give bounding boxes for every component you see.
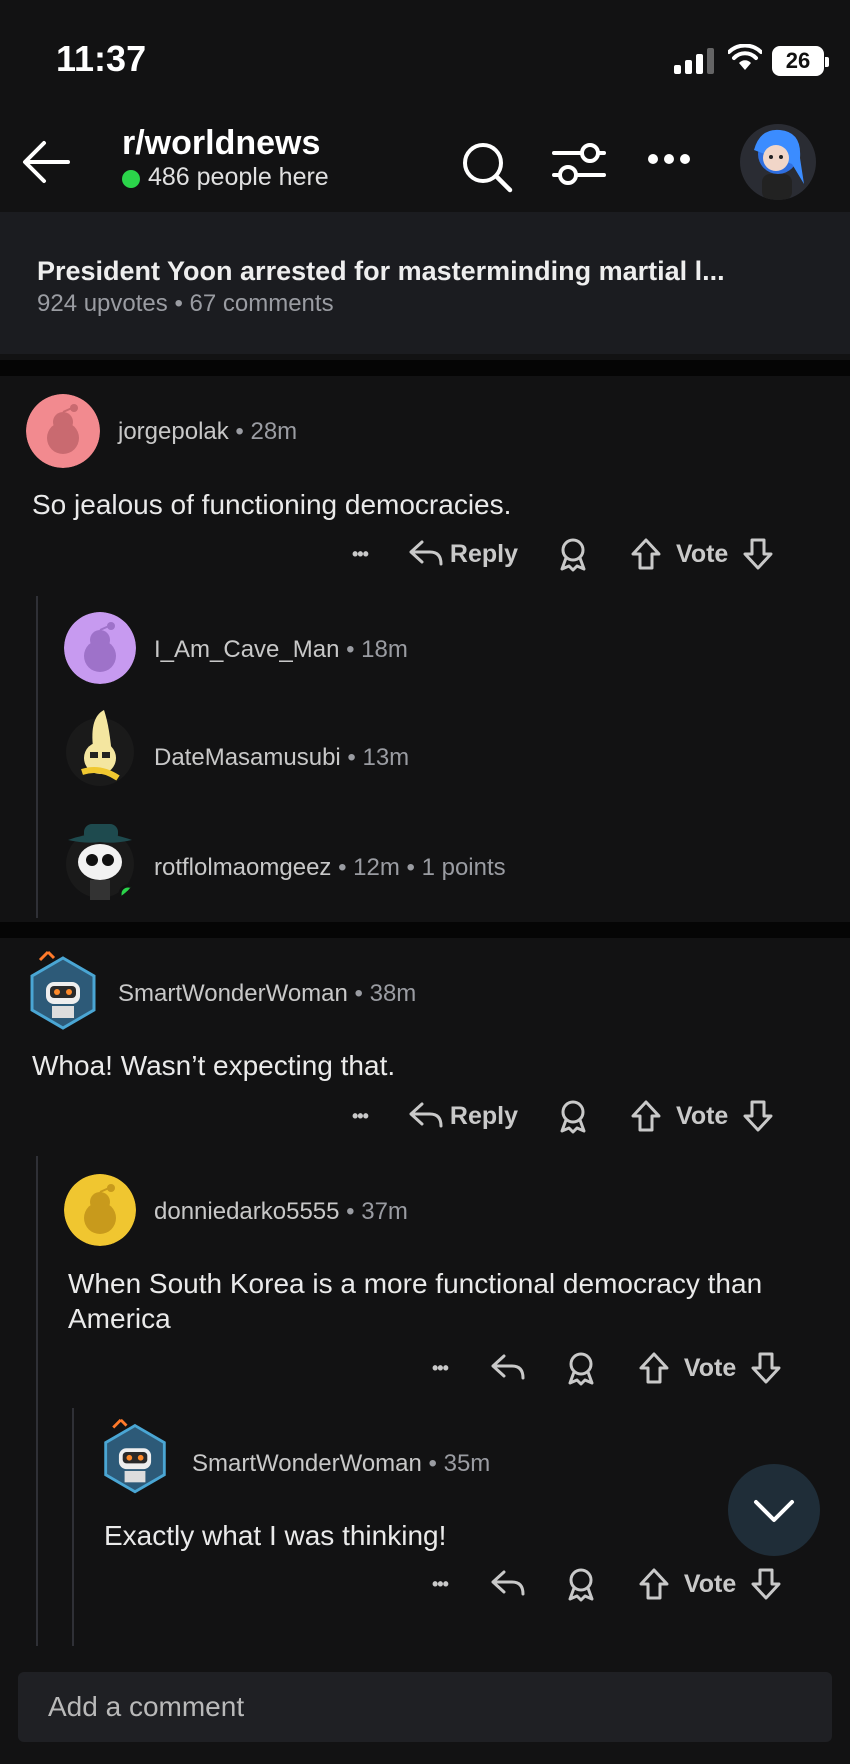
divider — [0, 922, 850, 938]
downvote-icon[interactable] — [742, 1099, 774, 1133]
comment-username-row[interactable]: rotflolmaomgeez • 12m • 1 points — [154, 854, 506, 882]
upvote-icon[interactable] — [638, 1351, 670, 1385]
user-avatar[interactable] — [740, 124, 816, 200]
award-icon[interactable] — [564, 1566, 598, 1602]
more-options-button[interactable]: ••• — [352, 1106, 369, 1127]
comment-username-row[interactable]: SmartWonderWoman • 38m — [118, 980, 416, 1008]
post-title[interactable]: President Yoon arrested for mastermindin… — [37, 256, 725, 287]
wifi-icon — [728, 44, 762, 70]
avatar[interactable] — [100, 1412, 170, 1494]
username[interactable]: jorgepolak — [118, 418, 229, 445]
online-count: 486 people here — [148, 163, 329, 191]
scroll-down-button[interactable] — [728, 1464, 820, 1556]
more-options-button[interactable]: ••• — [352, 544, 369, 565]
comment-username-row[interactable]: donniedarko5555 • 37m — [154, 1198, 408, 1226]
comment-text: So jealous of functioning democracies. — [32, 489, 512, 520]
vote-label: Vote — [683, 1353, 737, 1382]
downvote-icon[interactable] — [742, 537, 774, 571]
add-comment-input[interactable]: Add a comment — [18, 1672, 832, 1742]
comment-text: Whoa! Wasn’t expecting that. — [32, 1050, 396, 1081]
filter-icon[interactable] — [552, 140, 606, 188]
comment-meta: • 12m • 1 points — [331, 854, 506, 881]
reply-icon[interactable] — [408, 1101, 444, 1131]
comment-meta: • 18m — [339, 636, 408, 663]
chevron-down-icon — [754, 1500, 794, 1522]
award-icon[interactable] — [556, 536, 590, 572]
vote-label: Vote — [676, 539, 729, 568]
thread-line[interactable] — [72, 1408, 74, 1646]
upvote-icon[interactable] — [638, 1567, 670, 1601]
avatar[interactable] — [26, 944, 100, 1030]
more-options-button[interactable]: ••• — [432, 1574, 449, 1595]
thread-line[interactable] — [36, 596, 38, 918]
more-options-button[interactable]: ••• — [432, 1358, 449, 1379]
reply-button[interactable]: Reply — [450, 540, 518, 569]
comment-username-row[interactable]: jorgepolak • 28m — [118, 418, 297, 446]
online-indicator — [122, 170, 140, 188]
username[interactable]: rotflolmaomgeez — [154, 854, 331, 881]
reply-icon[interactable] — [408, 539, 444, 569]
search-icon[interactable] — [460, 140, 514, 194]
comment-actions: ••• Vote — [432, 1350, 782, 1386]
username[interactable]: DateMasamusubi — [154, 744, 341, 771]
avatar[interactable] — [64, 612, 136, 684]
avatar[interactable] — [64, 708, 136, 788]
back-arrow-icon[interactable] — [20, 138, 72, 186]
comment-actions: ••• Reply Vote — [352, 1098, 774, 1134]
vote-label: Vote — [683, 1569, 737, 1598]
downvote-icon[interactable] — [750, 1567, 782, 1601]
battery-icon: 26 — [772, 46, 829, 76]
comment-username-row[interactable]: DateMasamusubi • 13m — [154, 744, 409, 772]
vote-label: Vote — [676, 1101, 729, 1130]
comment-actions: ••• Reply Vote — [352, 536, 774, 572]
username[interactable]: SmartWonderWoman — [192, 1450, 422, 1477]
comment-meta: • 35m — [421, 1450, 491, 1477]
avatar[interactable] — [26, 394, 100, 468]
upvote-icon[interactable] — [630, 537, 662, 571]
upvote-icon[interactable] — [630, 1099, 662, 1133]
username[interactable]: SmartWonderWoman — [118, 980, 348, 1007]
comment-text: When South Korea is a more functional de… — [68, 1268, 763, 1334]
reply-icon[interactable] — [490, 1353, 526, 1383]
downvote-icon[interactable] — [750, 1351, 782, 1385]
divider — [0, 360, 850, 376]
avatar[interactable] — [62, 818, 140, 902]
more-icon[interactable] — [646, 152, 692, 166]
comment-meta: • 37m — [339, 1198, 408, 1225]
comment-username-row[interactable]: SmartWonderWoman • 35m — [192, 1450, 490, 1478]
comment-text: Exactly what I was thinking! — [104, 1520, 447, 1551]
post-meta: 924 upvotes • 67 comments — [37, 290, 334, 317]
status-time: 11:37 — [56, 38, 147, 79]
thread-line[interactable] — [36, 1156, 38, 1646]
subreddit-title[interactable]: r/worldnews — [122, 124, 320, 163]
signal-icon — [674, 48, 714, 74]
comment-meta: • 38m — [347, 980, 417, 1007]
avatar[interactable] — [64, 1174, 136, 1246]
award-icon[interactable] — [556, 1098, 590, 1134]
comment-username-row[interactable]: I_Am_Cave_Man • 18m — [154, 636, 408, 664]
username[interactable]: donniedarko5555 — [154, 1198, 340, 1225]
username[interactable]: I_Am_Cave_Man — [154, 636, 339, 663]
comment-meta: • 13m — [340, 744, 410, 771]
award-icon[interactable] — [564, 1350, 598, 1386]
comment-meta: • 28m — [228, 418, 298, 445]
comment-actions: ••• Vote — [432, 1566, 782, 1602]
reply-icon[interactable] — [490, 1569, 526, 1599]
reply-button[interactable]: Reply — [450, 1102, 518, 1131]
